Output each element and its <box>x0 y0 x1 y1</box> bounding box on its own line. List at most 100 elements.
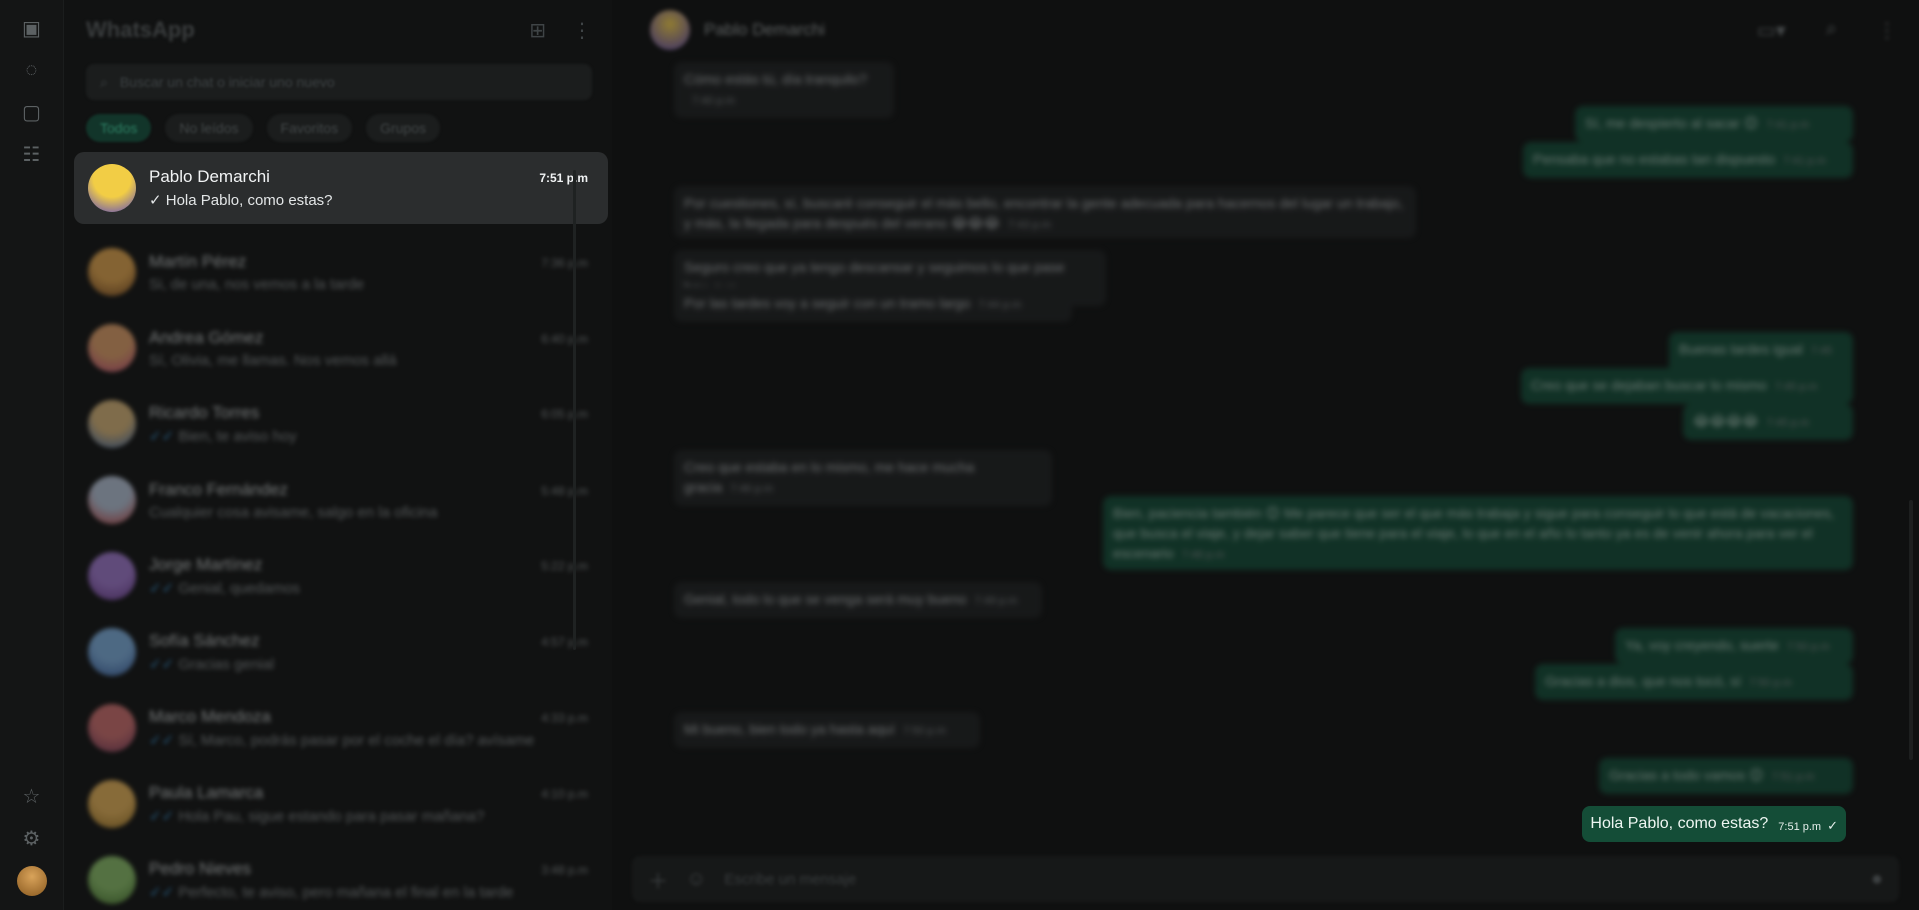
message-text: Hola Pablo, como estas? <box>1590 815 1769 832</box>
scrollbar[interactable] <box>573 170 576 650</box>
message-time: 7:50 p.m <box>1786 641 1830 653</box>
filter-chips: Todos No leídos Favoritos Grupos <box>86 114 612 142</box>
preview-text: Bien, te aviso hoy <box>178 428 297 445</box>
message-bubble-outgoing[interactable]: Creo que se dejaban buscar lo mismo 7:45 … <box>1521 368 1853 404</box>
message-bubble-incoming[interactable]: Creo que estaba en lo mismo, me hace muc… <box>674 450 1052 506</box>
settings-icon[interactable]: ⚙ <box>18 824 46 852</box>
message-time: 7:41 p.m <box>1783 155 1826 167</box>
filter-chip[interactable]: Todos <box>86 114 152 142</box>
chat-time: 4:33 p.m <box>541 711 588 725</box>
channels-icon[interactable]: ▢ <box>18 98 46 126</box>
message-time: 7:45 p.m <box>1774 381 1818 393</box>
chat-time: 3:48 p.m <box>541 863 588 877</box>
chat-list-item[interactable]: Jorge Martínez 5:22 p.m ✓✓ Genial, quedamo… <box>74 538 608 614</box>
contact-name: Ricardo Torres <box>149 403 260 422</box>
last-message-preview: ✓✓ Sí, Marco, podrás pasar por el coche … <box>149 731 588 749</box>
nav-rail: ▣ ◌ ▢ ☷ ☆ ⚙ <box>0 0 64 910</box>
message-input[interactable]: Escribe un mensaje <box>724 871 1852 888</box>
message-text: Pensaba que no estabas tan dispuesto <box>1533 151 1776 167</box>
last-message-preview: ✓✓ Bien, te aviso hoy <box>149 427 588 445</box>
read-check-icon: ✓✓ <box>149 808 175 825</box>
message-bubble-outgoing[interactable]: Gracias a todo vamos 😊 7:51 p.m <box>1599 758 1853 794</box>
menu-icon[interactable]: ⋮ <box>1877 18 1897 43</box>
message-time: 7:45 p.m <box>1766 417 1810 429</box>
read-check-icon: ✓✓ <box>149 656 175 673</box>
message-bubble-incoming[interactable]: Por cuestiones, sí, buscaré conseguir el… <box>674 186 1416 238</box>
message-bubble-outgoing[interactable]: Hola Pablo, como estas? 7:51 p.m ✓ <box>1582 806 1846 842</box>
starred-icon[interactable]: ☆ <box>18 782 46 810</box>
search-icon: ⌕ <box>100 73 108 90</box>
chat-list-item[interactable]: Ricardo Torres 6:05 p.m ✓✓ Bien, te aviso … <box>74 386 608 462</box>
message-bubble-incoming[interactable]: Genial, todo lo que se venga será muy bu… <box>674 582 1042 618</box>
chat-time: 7:36 p.m <box>541 255 588 270</box>
message-text: Sí, me despierto al sacar 😊 <box>1585 115 1759 131</box>
contact-name: Pedro Nieves <box>149 859 252 878</box>
message-bubble-outgoing[interactable]: Ya, voy creyendo, suerte 7:50 p.m <box>1615 628 1853 664</box>
chat-list-item[interactable]: Andrea Gómez 6:40 p.m Sí, Olivia, me llama… <box>74 310 608 386</box>
preview-text: Genial, quedamos <box>178 580 301 597</box>
message-text: Ya, voy creyendo, suerte <box>1625 637 1779 653</box>
chat-list-item[interactable]: Paula Lamarca 4:10 p.m ✓✓ Hola Pau, sigue … <box>74 766 608 842</box>
chat-list-item[interactable]: Martín Pérez 7:36 p.m Si, de una, nos vemo… <box>74 234 608 310</box>
message-text: Gracias a dios, que nos tocó, sí <box>1545 673 1742 689</box>
contact-avatar[interactable] <box>650 10 690 50</box>
video-call-icon[interactable]: ▭▾ <box>1757 18 1786 43</box>
contact-name: Sofía Sánchez <box>149 631 260 650</box>
chat-time: 6:40 p.m <box>541 331 588 346</box>
chat-list-item[interactable]: Marco Mendoza 4:33 p.m ✓✓ Sí, Marco, podrá… <box>74 690 608 766</box>
app-title: WhatsApp <box>86 17 195 42</box>
filter-chip[interactable]: No leídos <box>165 114 253 142</box>
message-time: 7:46 p.m <box>730 483 773 495</box>
microphone-icon[interactable]: ● <box>1871 868 1883 891</box>
message-text: Creo que se dejaban buscar lo mismo <box>1531 377 1767 393</box>
whatsapp-app: ▣ ◌ ▢ ☷ ☆ ⚙ WhatsApp ⊞ ⋮ ⌕ Buscar un cha… <box>0 0 1919 910</box>
scrollbar[interactable] <box>1909 500 1913 760</box>
message-time: 7:40 p.m <box>692 95 735 107</box>
chat-list-item[interactable]: Sofía Sánchez 4:57 p.m ✓✓ Gracias genial <box>74 614 608 690</box>
preview-text: Sí, Marco, podrás pasar por el coche el … <box>178 732 535 749</box>
message-bubble-outgoing[interactable]: Pensaba que no estabas tan dispuesto 7:41… <box>1523 142 1853 178</box>
search-input[interactable]: Buscar un chat o iniciar uno nuevo <box>120 74 335 90</box>
last-message-preview: ✓✓ Hola Pau, sigue estando para pasar ma… <box>149 807 588 825</box>
avatar <box>88 628 136 676</box>
conversation-header: Pablo Demarchi ▭▾ ⌕ ⋮ <box>612 0 1919 60</box>
message-bubble-outgoing[interactable]: 😂😂😂😂 7:45 p.m <box>1683 404 1853 440</box>
search-icon[interactable]: ⌕ <box>1826 18 1837 43</box>
read-check-icon: ✓ <box>149 192 162 209</box>
search-bar[interactable]: ⌕ Buscar un chat o iniciar uno nuevo <box>86 64 592 100</box>
preview-text: Perfecto, te aviso, pero mañana el final… <box>178 884 514 901</box>
contact-name[interactable]: Pablo Demarchi <box>704 20 825 40</box>
status-icon[interactable]: ◌ <box>18 56 46 84</box>
message-bubble-outgoing[interactable]: Gracias a dios, que nos tocó, sí 7:50 p.m <box>1535 664 1853 700</box>
message-time: 7:44 p.m <box>978 299 1022 311</box>
profile-avatar[interactable] <box>16 866 47 896</box>
message-time: 7:41 p.m <box>1766 119 1810 131</box>
message-time: 7:50 p.m <box>1749 677 1792 689</box>
chat-list-item[interactable]: Pablo Demarchi 7:51 p.m ✓ Hola Pablo, como… <box>74 152 608 224</box>
menu-icon[interactable]: ⋮ <box>572 18 592 43</box>
preview-text: Sí, Olivia, me llamas. Nos vemos allá <box>149 351 397 369</box>
chat-list-item[interactable]: Pedro Nieves 3:48 p.m ✓✓ Perfecto, te avis… <box>74 842 608 910</box>
message-bubble-outgoing[interactable]: Bien, paciencia también 😊 Me parece que … <box>1103 496 1853 570</box>
communities-icon[interactable]: ☷ <box>18 140 46 168</box>
chat-time: 4:10 p.m <box>541 787 588 801</box>
chat-list-item[interactable]: Franco Fernández 5:48 p.m Cualquier cosa a… <box>74 462 608 538</box>
message-bubble-incoming[interactable]: Por las tardes voy a seguir con un tramo… <box>674 286 1072 322</box>
emoji-icon[interactable]: ☺ <box>686 868 706 891</box>
avatar <box>88 324 136 372</box>
chats-icon[interactable]: ▣ <box>18 14 46 42</box>
preview-text: Gracias genial <box>178 656 275 673</box>
message-bubble-incoming[interactable]: Cómo estás tú, día tranquilo? 7:40 p.m <box>674 62 894 118</box>
filter-chip[interactable]: Grupos <box>366 114 441 142</box>
chat-list-panel: WhatsApp ⊞ ⋮ ⌕ Buscar un chat o iniciar … <box>64 0 612 910</box>
filter-chip[interactable]: Favoritos <box>266 114 353 142</box>
message-bubble-incoming[interactable]: Mi bueno, bien todo ya hasta aquí 7:50 p.… <box>674 712 980 748</box>
attach-icon[interactable]: ＋ <box>648 865 668 894</box>
last-message-preview: ✓✓ Gracias genial <box>149 655 588 673</box>
chat-time: 5:48 p.m <box>541 483 588 498</box>
message-bubble-outgoing[interactable]: Sí, me despierto al sacar 😊 7:41 p.m <box>1575 106 1853 142</box>
contact-name: Martín Pérez <box>149 251 247 271</box>
chat-list: Pablo Demarchi 7:51 p.m ✓ Hola Pablo, como… <box>74 146 608 910</box>
last-message-preview: Cualquier cosa avisame, salgo en la ofic… <box>149 504 588 521</box>
new-chat-icon[interactable]: ⊞ <box>529 18 546 43</box>
